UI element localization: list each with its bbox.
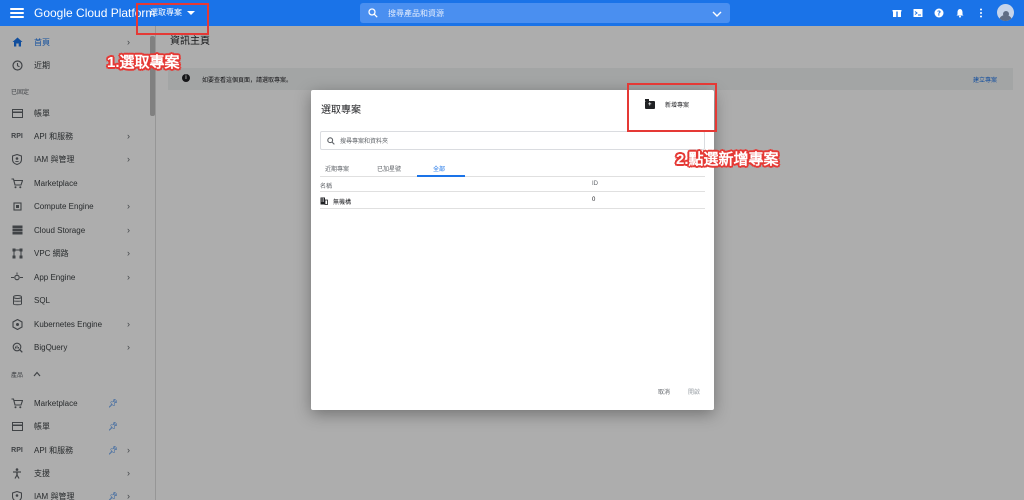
annotation-step-2: 2.點選新增專案 (676, 151, 779, 168)
project-tabs: 近期專案 已加星號 全部 (320, 160, 705, 177)
tab-all[interactable]: 全部 (433, 164, 445, 173)
search-icon (368, 8, 378, 18)
cloud-shell-icon[interactable] (913, 8, 923, 18)
tab-recent[interactable]: 近期專案 (325, 164, 349, 173)
svg-text:?: ? (937, 9, 941, 17)
search-icon (327, 136, 335, 145)
annotation-box-project-selector (136, 3, 209, 35)
row-name: 無機構 (333, 200, 352, 206)
tab-starred[interactable]: 已加星號 (377, 164, 401, 173)
avatar[interactable] (997, 4, 1014, 21)
table-header: 名稱 ID (320, 178, 705, 192)
column-id: ID (592, 181, 598, 187)
cancel-button[interactable]: 取消 (658, 387, 670, 396)
organization-icon (320, 197, 328, 205)
search-placeholder: 搜尋產品和資源 (388, 8, 444, 18)
select-project-dialog: 選取專案 + 新增專案 搜尋專案和資料夾 近期專案 已加星號 全部 名稱 ID … (311, 90, 714, 410)
gift-icon[interactable] (892, 8, 902, 18)
menu-icon[interactable] (10, 6, 24, 20)
more-vert-icon[interactable] (976, 8, 986, 18)
annotation-step-1: 1.選取專案 (107, 54, 180, 71)
active-tab-indicator (417, 175, 465, 177)
column-name: 名稱 (320, 184, 333, 190)
project-search-input[interactable]: 搜尋專案和資料夾 (320, 131, 705, 150)
search-input[interactable]: 搜尋產品和資源 (360, 3, 730, 23)
help-icon[interactable]: ? (934, 8, 944, 18)
project-search-placeholder: 搜尋專案和資料夾 (340, 139, 389, 145)
table-row[interactable]: 無機構 0 (320, 193, 705, 209)
row-id: 0 (592, 197, 596, 203)
open-button[interactable]: 開啟 (688, 387, 700, 396)
chevron-down-icon[interactable] (712, 9, 722, 19)
dialog-title: 選取專案 (321, 105, 361, 116)
bell-icon[interactable] (955, 8, 965, 18)
annotation-box-new-project (627, 83, 717, 132)
